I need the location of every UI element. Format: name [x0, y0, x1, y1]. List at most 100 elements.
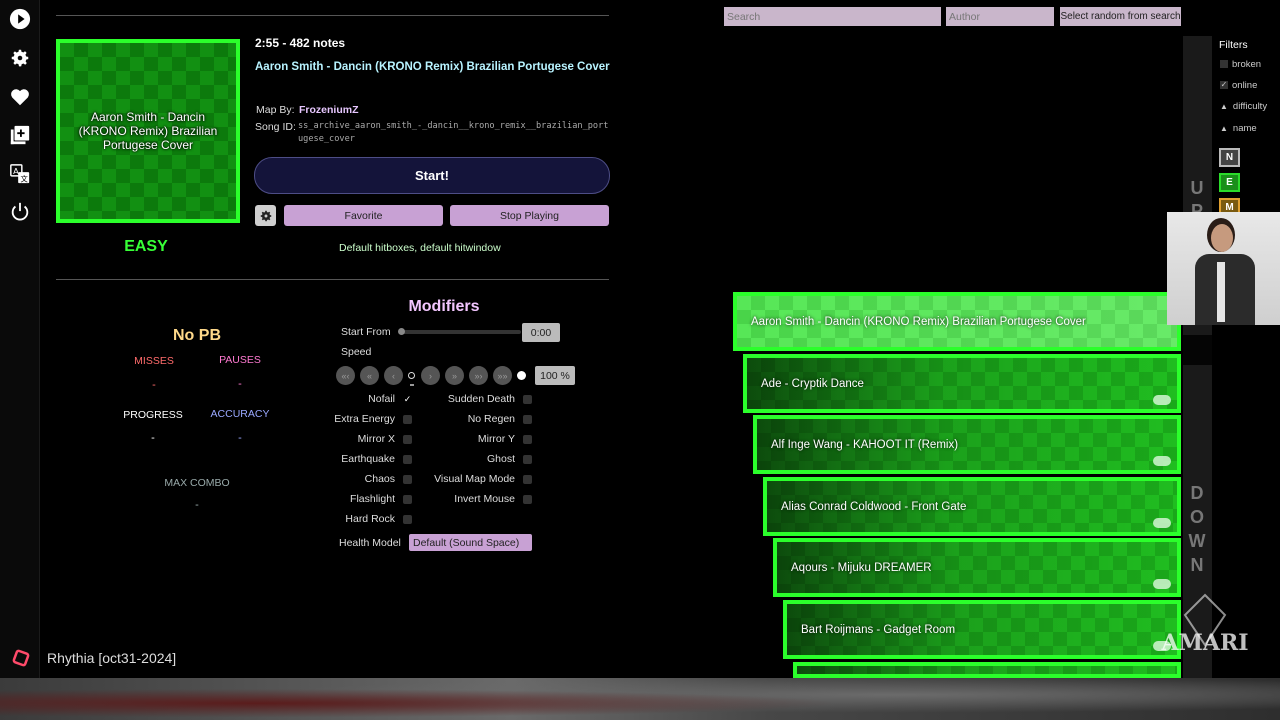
- speed-max-button[interactable]: »»: [493, 366, 512, 385]
- song-list-item[interactable]: Alf Inge Wang - KAHOOT IT (Remix): [753, 415, 1181, 474]
- favorite-button[interactable]: Favorite: [284, 205, 443, 226]
- modifier-checkbox[interactable]: [403, 435, 412, 444]
- modifier-checkbox[interactable]: [403, 415, 412, 424]
- cloud-icon: [1153, 517, 1171, 528]
- song-list-item-title: Alias Conrad Coldwood - Front Gate: [781, 500, 967, 513]
- filter-online[interactable]: ✓ online: [1220, 80, 1257, 91]
- modifier-checkbox[interactable]: [403, 495, 412, 504]
- accuracy-label: ACCURACY: [210, 408, 270, 420]
- speed-value[interactable]: 100 %: [535, 366, 575, 385]
- scroll-up-letter[interactable]: U: [1188, 178, 1206, 199]
- speed-slower-button[interactable]: «: [360, 366, 379, 385]
- broken-checkbox[interactable]: [1220, 60, 1228, 69]
- speed-faster-button[interactable]: »: [445, 366, 464, 385]
- modifier-checkbox[interactable]: [403, 515, 412, 524]
- speed-label: Speed: [341, 346, 372, 358]
- start-from-slider-handle[interactable]: [398, 328, 405, 335]
- pauses-value: -: [238, 378, 242, 390]
- progress-label: PROGRESS: [123, 409, 183, 421]
- scroll-thumb[interactable]: [1183, 335, 1212, 365]
- filters-title: Filters: [1219, 39, 1248, 51]
- song-list-item[interactable]: Bart Roijmans - Gadget Room: [783, 599, 1181, 659]
- song-list-item[interactable]: Alias Conrad Coldwood - Front Gate: [763, 476, 1181, 536]
- pauses-label: PAUSES: [219, 354, 261, 366]
- scroll-down-letter[interactable]: D: [1188, 483, 1206, 504]
- map-settings-button[interactable]: [255, 205, 276, 226]
- modifier-checkbox[interactable]: ✓: [403, 395, 412, 404]
- song-list-item[interactable]: Ade - Cryptik Dance: [743, 353, 1181, 413]
- difficulty-label: EASY: [124, 238, 168, 255]
- watermark-text: AMARI: [1160, 630, 1248, 656]
- modifiers-title: Modifiers: [408, 298, 480, 315]
- song-id-label: Song ID:: [255, 121, 296, 133]
- desktop-background-strip: [0, 678, 1280, 720]
- modifier-label: Ghost: [486, 453, 515, 465]
- speed-normal-dot[interactable]: [408, 372, 415, 379]
- song-title: Aaron Smith - Dancin (KRONO Remix) Brazi…: [255, 61, 610, 73]
- author-input[interactable]: Author: [946, 7, 1054, 26]
- modifier-checkbox[interactable]: [523, 395, 532, 404]
- misses-value: -: [152, 379, 156, 391]
- gear-icon[interactable]: [8, 46, 32, 70]
- stop-playing-button[interactable]: Stop Playing: [450, 205, 609, 226]
- song-list-item-title: Bart Roijmans - Gadget Room: [801, 623, 956, 636]
- power-icon[interactable]: [8, 200, 32, 224]
- speed-slowest-button[interactable]: «‹: [336, 366, 355, 385]
- app-logo-icon: [12, 649, 30, 667]
- filter-broken[interactable]: broken: [1220, 59, 1261, 70]
- start-button[interactable]: Start!: [254, 157, 610, 194]
- gear-icon: [260, 210, 271, 221]
- health-model-label: Health Model: [339, 537, 401, 549]
- song-list-item[interactable]: Aqours - Mijuku DREAMER: [773, 538, 1181, 597]
- start-from-value[interactable]: 0:00: [522, 323, 560, 342]
- song-list-item[interactable]: Aaron Smith - Dancin (KRONO Remix) Brazi…: [733, 292, 1181, 351]
- modifier-label: Visual Map Mode: [434, 473, 515, 485]
- difficulty-filter-n[interactable]: N: [1219, 148, 1240, 167]
- scroll-down-letter[interactable]: O: [1188, 507, 1206, 528]
- modifier-checkbox[interactable]: [523, 475, 532, 484]
- modifier-label: Extra Energy: [334, 413, 395, 425]
- modifier-label: Mirror Y: [477, 433, 515, 445]
- song-list-item-title: Alf Inge Wang - KAHOOT IT (Remix): [771, 439, 959, 451]
- filter-online-label: online: [1232, 80, 1258, 91]
- scroll-down-letter[interactable]: N: [1188, 555, 1206, 576]
- speed-slow-button[interactable]: ‹: [384, 366, 403, 385]
- health-model-select[interactable]: Default (Sound Space): [409, 534, 532, 551]
- random-select-button[interactable]: Select random from search: [1060, 7, 1181, 26]
- top-divider: [56, 15, 609, 16]
- modifier-checkbox[interactable]: [523, 495, 532, 504]
- modifier-checkbox[interactable]: [523, 455, 532, 464]
- speed-fastest-button[interactable]: »›: [469, 366, 488, 385]
- speed-custom-dot[interactable]: [517, 371, 526, 380]
- start-from-slider[interactable]: [401, 330, 521, 334]
- song-list-item[interactable]: [793, 662, 1181, 678]
- webcam-person-body: [1195, 254, 1255, 325]
- misses-label: MISSES: [134, 355, 174, 367]
- modifier-label: Chaos: [364, 473, 395, 485]
- cover-title: Aaron Smith - Dancin (KRONO Remix) Brazi…: [78, 110, 218, 152]
- play-icon[interactable]: [8, 7, 32, 31]
- modifier-checkbox[interactable]: [523, 435, 532, 444]
- modifier-checkbox[interactable]: [523, 415, 532, 424]
- sort-difficulty[interactable]: ▲ difficulty: [1220, 101, 1267, 112]
- heart-icon[interactable]: [8, 85, 32, 109]
- modifier-label: No Regen: [467, 413, 515, 425]
- speed-fast-button[interactable]: ›: [421, 366, 440, 385]
- filter-broken-label: broken: [1232, 59, 1262, 70]
- song-list-item-title: Ade - Cryptik Dance: [761, 377, 864, 390]
- scroll-down-letter[interactable]: W: [1188, 531, 1206, 552]
- modifier-label: Sudden Death: [447, 393, 515, 405]
- modifier-checkbox[interactable]: [403, 455, 412, 464]
- add-map-icon[interactable]: [8, 123, 32, 147]
- online-checkbox[interactable]: ✓: [1220, 81, 1228, 90]
- webcam-person-stripe: [1217, 262, 1225, 322]
- modifier-label: Mirror X: [357, 433, 395, 445]
- difficulty-filter-e[interactable]: E: [1219, 173, 1240, 192]
- search-input[interactable]: Search: [724, 7, 941, 26]
- sort-name[interactable]: ▲ name: [1220, 123, 1257, 134]
- cloud-icon: [1153, 579, 1171, 589]
- modifier-label: Hard Rock: [345, 513, 395, 525]
- cloud-icon: [1153, 456, 1171, 466]
- translate-icon[interactable]: A文: [8, 162, 32, 186]
- modifier-checkbox[interactable]: [403, 475, 412, 484]
